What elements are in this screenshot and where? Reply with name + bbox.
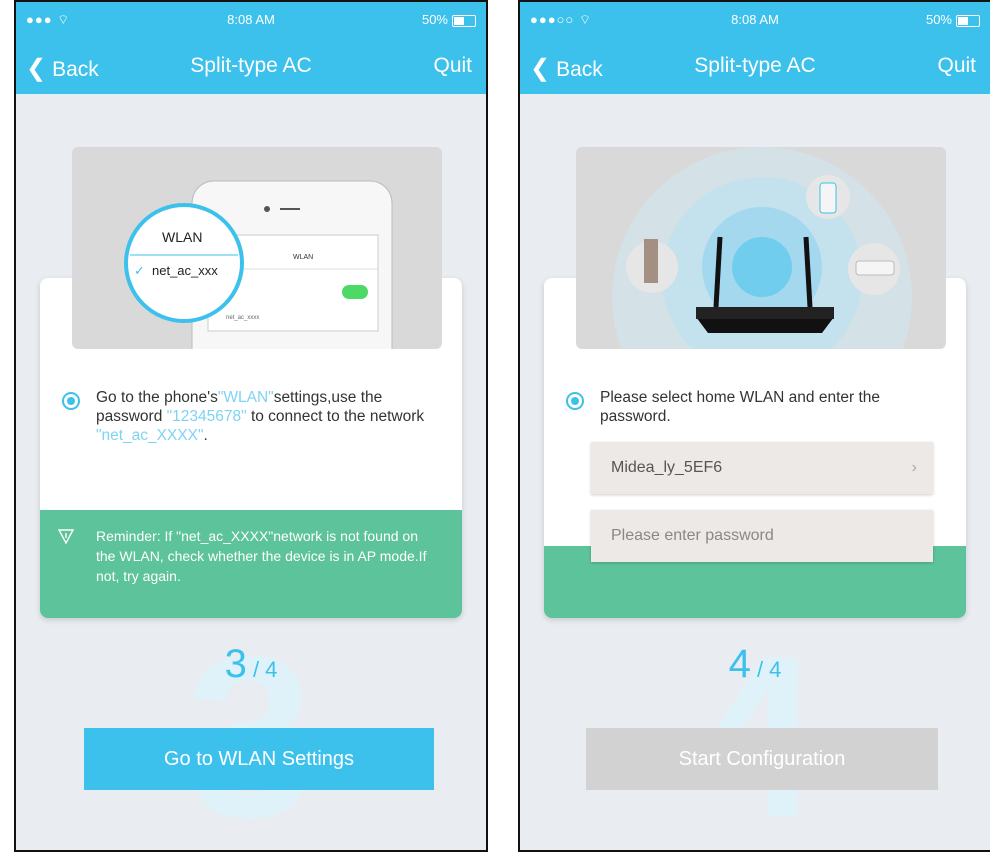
page-title: Split-type AC <box>190 54 312 77</box>
status-time: 8:08 AM <box>731 12 779 27</box>
phone-screen-step-3: 3 ●●● ⌔ 8:08 AM 50% ❮Back Split-type AC … <box>14 0 488 852</box>
checkmark-icon: ✓ <box>134 263 145 278</box>
nav-bar: ❮ Back Split-type AC Quit <box>530 48 980 84</box>
mini-network: net_ac_xxxx <box>226 315 259 321</box>
status-bar: ●●●○○ ⌔ 8:08 AM 50% <box>530 12 980 30</box>
instruction-part: Go to the phone's <box>96 389 218 406</box>
wlan-highlight: "WLAN" <box>217 389 274 406</box>
reminder-panel: Reminder: If "net_ac_XXXX"network is not… <box>40 510 462 618</box>
phone-screen-step-4: 4 ●●●○○ ⌔ 8:08 AM 50% ❮Back Split-type A… <box>518 0 990 852</box>
nav-bar: ❮ Back Split-type AC Quit <box>26 48 476 84</box>
reminder-text: Reminder: If "net_ac_XXXX"network is not… <box>96 528 427 584</box>
step-current: 3 <box>224 642 247 686</box>
quit-button[interactable]: Quit <box>433 54 472 78</box>
password-highlight: "12345678" <box>166 408 247 425</box>
step-indicator: 3 / 4 <box>224 642 278 686</box>
battery-indicator: 50% <box>422 12 476 27</box>
password-field[interactable]: Please enter password <box>591 510 933 562</box>
radio-selected-icon <box>566 392 584 410</box>
wlan-magnified-label: WLAN <box>162 229 202 245</box>
step-current: 4 <box>728 642 751 686</box>
start-configuration-button[interactable]: Start Configuration <box>586 728 938 790</box>
phone-settings-illustration: WLAN net_ac_xxxx WLAN ✓ net_ac_xxx <box>124 180 393 349</box>
radio-selected-icon <box>62 392 80 410</box>
step-total: 4 <box>265 657 278 682</box>
instruction-text: Please select home WLAN and enter the pa… <box>600 389 881 425</box>
wlan-select[interactable]: Midea_ly_5EF6 › <box>591 442 933 494</box>
wlan-illustration: WLAN net_ac_xxxx WLAN ✓ net_ac_xxx <box>72 147 442 349</box>
router-signal-illustration <box>612 147 912 349</box>
wlan-selected-value: Midea_ly_5EF6 <box>611 459 723 476</box>
battery-icon <box>956 14 980 27</box>
go-to-wlan-settings-button[interactable]: Go to WLAN Settings <box>84 728 434 790</box>
instruction-part: . <box>203 427 208 444</box>
mini-wlan-title: WLAN <box>293 254 313 261</box>
quit-button[interactable]: Quit <box>937 54 976 78</box>
network-highlight: "net_ac_XXXX" <box>96 427 204 444</box>
battery-percent: 50% <box>421 12 448 27</box>
instruction-text: Go to the phone's"WLAN"settings,use the … <box>96 388 446 445</box>
status-bar: ●●● ⌔ 8:08 AM 50% <box>26 12 476 30</box>
chevron-right-icon: › <box>911 459 917 476</box>
app-header: ●●●○○ ⌔ 8:08 AM 50% ❮ Back Split-type AC … <box>520 2 990 94</box>
battery-icon <box>452 14 476 27</box>
page-title: Split-type AC <box>694 54 816 77</box>
status-time: 8:08 AM <box>227 12 275 27</box>
step-indicator: 4 / 4 <box>728 642 782 686</box>
battery-indicator: 50% <box>926 12 980 27</box>
app-header: ●●● ⌔ 8:08 AM 50% ❮ Back Split-type AC Qu… <box>16 2 486 94</box>
router-illustration <box>576 147 946 349</box>
network-magnified-label: net_ac_xxx <box>152 263 218 278</box>
instruction-part: to connect to the network <box>250 408 425 425</box>
step-total: 4 <box>769 657 782 682</box>
battery-percent: 50% <box>925 12 952 27</box>
